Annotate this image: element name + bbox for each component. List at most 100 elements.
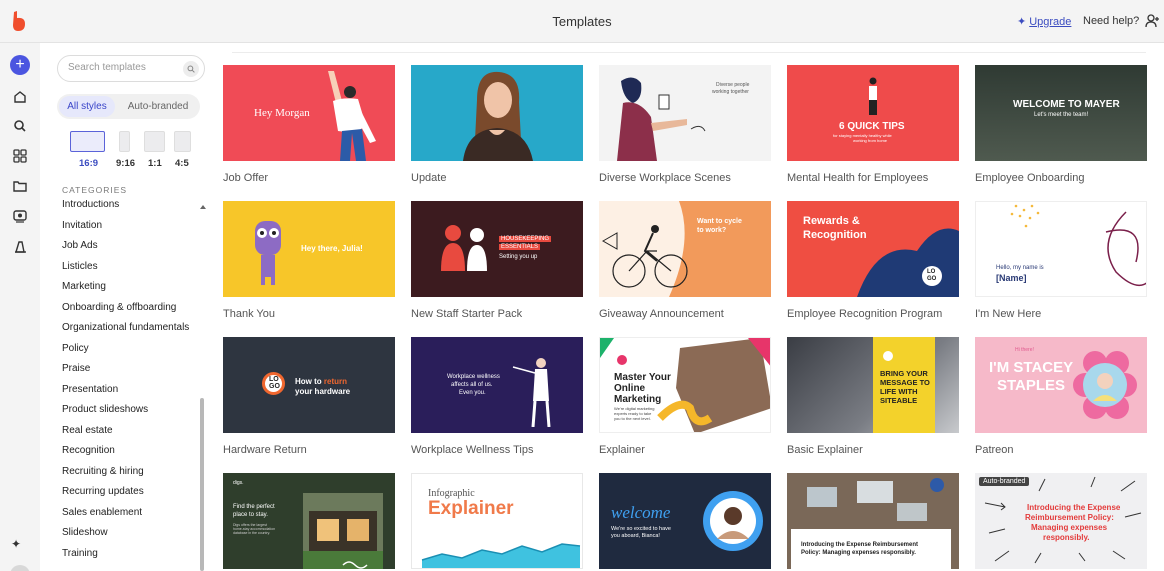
category-item[interactable]: Marketing	[62, 281, 106, 292]
template-name: Employee Onboarding	[975, 172, 1085, 184]
ratio-4-5[interactable]: 4:5	[174, 131, 191, 169]
category-item[interactable]: Real estate	[62, 425, 113, 436]
avatar[interactable]	[10, 565, 30, 571]
brand-dot-icon	[883, 351, 893, 361]
ratio-16-9[interactable]: 16:9	[70, 131, 105, 169]
template-card[interactable]: HOUSEKEEPING ESSENTIALS Setting you up N…	[411, 201, 583, 320]
scroll-up-icon[interactable]	[200, 205, 206, 209]
ratio-1-1[interactable]: 1:1	[144, 131, 165, 169]
search-icon[interactable]	[183, 61, 199, 77]
create-button[interactable]: +	[10, 55, 30, 75]
category-item[interactable]: Recruiting & hiring	[62, 466, 144, 477]
template-card[interactable]: Hello, my name is [Name] I'm New Here	[975, 201, 1147, 320]
template-thumbnail: Diverse people working together	[599, 65, 771, 161]
template-card[interactable]: Hey there, Julia! Thank You	[223, 201, 395, 320]
thumb-text: LIFE WITH	[880, 387, 918, 396]
style-all[interactable]: All styles	[59, 96, 115, 117]
folder-button[interactable]	[10, 176, 30, 196]
thumb-text: Rewards &	[803, 215, 860, 227]
template-card[interactable]: Diverse people working together Diverse …	[599, 65, 771, 184]
template-card[interactable]: Update	[411, 65, 583, 184]
home-button[interactable]	[10, 87, 30, 107]
template-card[interactable]: Want to cycle to work? Giveaway Announce…	[599, 201, 771, 320]
template-card[interactable]: digs. Find the perfect place to stay. Di…	[223, 473, 395, 569]
ratio-shape	[144, 131, 165, 152]
templates-button[interactable]	[10, 146, 30, 166]
template-card[interactable]: Workplace wellness affects all of us. Ev…	[411, 337, 583, 456]
thumb-text: Master Your	[614, 372, 671, 383]
media-button[interactable]	[10, 206, 30, 226]
house-photo-icon	[303, 493, 383, 569]
ratio-9-16[interactable]: 9:16	[116, 131, 135, 169]
thumb-text: Policy: Managing expenses responsibly.	[801, 550, 916, 556]
search-box[interactable]	[57, 55, 205, 82]
thumb-text: STAPLES	[997, 377, 1066, 394]
template-card[interactable]: Master Your Online Marketing We're digit…	[599, 337, 771, 456]
thumb-text: Introducing the Expense Reimbursement	[801, 542, 919, 548]
template-card[interactable]: BRING YOUR MESSAGE TO LIFE WITH SITEABLE…	[787, 337, 959, 456]
template-card[interactable]: 6 QUICK TIPS for staying mentally health…	[787, 65, 959, 184]
media-icon	[13, 210, 27, 223]
template-thumbnail: Introducing the Expense Reimbursement Po…	[787, 473, 959, 569]
thumb-text: I'M STACEY	[989, 359, 1074, 376]
thumb-text: LO	[269, 376, 279, 383]
thumb-text: Reimbursement Policy:	[1025, 513, 1114, 522]
category-item[interactable]: Onboarding & offboarding	[62, 302, 176, 313]
thumb-text: [Name]	[996, 273, 1027, 283]
category-item[interactable]: Presentation	[62, 384, 118, 395]
category-item[interactable]: Recognition	[62, 445, 115, 456]
help-link[interactable]: Need help?	[1083, 15, 1139, 27]
person-figure-icon	[869, 77, 877, 115]
category-item[interactable]: Training	[62, 548, 98, 559]
category-item[interactable]: Introductions	[62, 200, 119, 210]
template-card[interactable]: Hey Morgan Job Offer	[223, 65, 395, 184]
template-card[interactable]: Hi there! I'M STACEY STAPLES Patreon	[975, 337, 1147, 456]
category-item[interactable]: Organizational fundamentals	[62, 322, 189, 333]
two-people-icon	[441, 225, 487, 271]
thumb-text: database in the country.	[233, 531, 271, 535]
scrollbar-thumb[interactable]	[200, 398, 204, 571]
thumb-text: We're so excited to have	[611, 526, 671, 532]
category-item[interactable]: Listicles	[62, 261, 98, 272]
style-auto-branded[interactable]: Auto-branded	[119, 96, 197, 117]
category-item[interactable]: Praise	[62, 363, 90, 374]
category-item[interactable]: Slideshow	[62, 527, 108, 538]
ratio-label: 1:1	[148, 158, 162, 169]
cyclist-illustration-icon	[599, 201, 688, 297]
template-card[interactable]: WELCOME TO MAYER Let's meet the team! Em…	[975, 65, 1147, 184]
template-card[interactable]: Introducing the Expense Reimbursement Po…	[787, 473, 959, 569]
category-item[interactable]: Product slideshows	[62, 404, 148, 415]
ratio-shape	[70, 131, 105, 152]
grid-icon	[13, 149, 27, 163]
template-card[interactable]: Rewards & Recognition LO GO Employee Rec…	[787, 201, 959, 320]
template-card[interactable]: LO GO How to return your hardware Hardwa…	[223, 337, 395, 456]
category-item[interactable]: Sales enablement	[62, 507, 142, 518]
style-toggle: All styles Auto-branded	[57, 94, 200, 119]
brand-button[interactable]	[10, 237, 30, 257]
category-item[interactable]: Policy	[62, 343, 89, 354]
template-name: Thank You	[223, 308, 275, 320]
divider	[232, 52, 1146, 53]
thumb-text: Online	[614, 383, 646, 394]
search-button[interactable]	[10, 116, 30, 136]
thumb-text: Want to cycle	[697, 218, 742, 225]
template-card[interactable]: Auto-branded Introducing the Expense Rei…	[975, 473, 1147, 569]
thumb-text: WELCOME TO MAYER	[1013, 99, 1120, 110]
template-name: New Staff Starter Pack	[411, 308, 523, 320]
template-thumbnail: welcome We're so excited to have you abo…	[599, 473, 771, 569]
search-input[interactable]	[68, 62, 178, 73]
upgrade-link[interactable]: ✦ Upgrade	[1017, 15, 1071, 28]
thumb-text: How to	[295, 377, 324, 386]
template-name: Diverse Workplace Scenes	[599, 172, 731, 184]
thumb-text: working together	[712, 89, 749, 95]
thumb-text: Marketing	[614, 394, 662, 405]
add-user-icon[interactable]	[1145, 13, 1161, 29]
ratio-shape	[174, 131, 191, 152]
category-item[interactable]: Invitation	[62, 220, 102, 231]
thumb-text: working from home	[853, 138, 888, 143]
template-card[interactable]: Infographic Explainer	[411, 473, 583, 569]
sparkle-icon[interactable]: ✦	[11, 537, 21, 551]
category-item[interactable]: Job Ads	[62, 240, 98, 251]
template-card[interactable]: welcome We're so excited to have you abo…	[599, 473, 771, 569]
category-item[interactable]: Recurring updates	[62, 486, 144, 497]
